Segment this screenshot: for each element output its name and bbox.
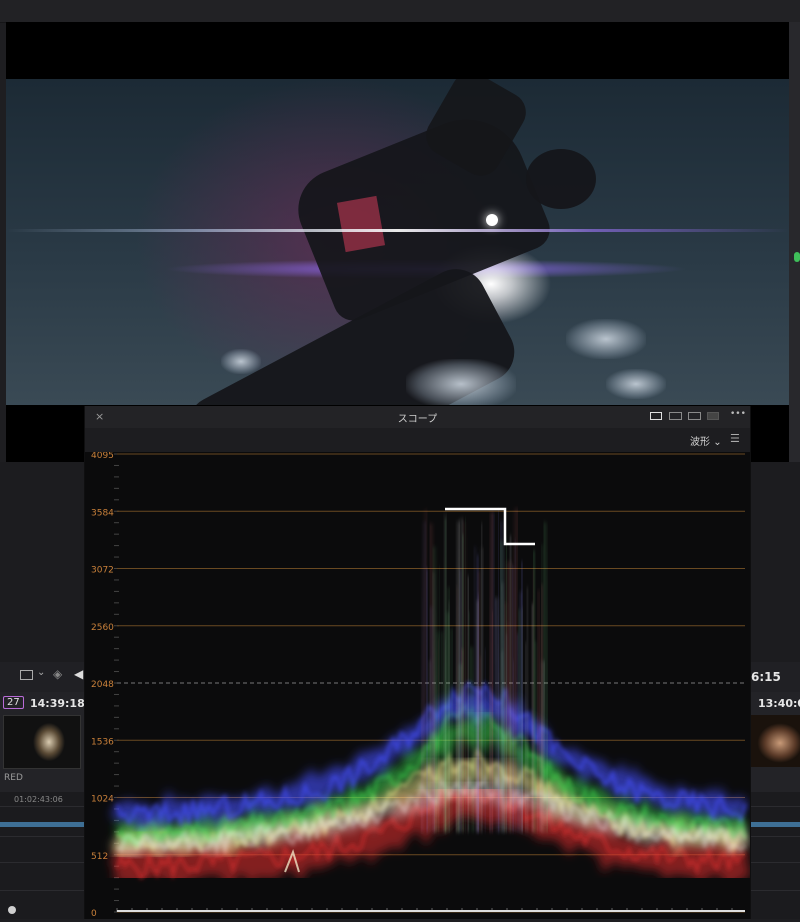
scale-label-0: 0 — [91, 909, 97, 919]
trace-spike — [533, 550, 535, 832]
viewer-mode-icon[interactable] — [20, 670, 33, 680]
audio-icon[interactable]: ◀ — [74, 667, 83, 681]
trace-spike — [468, 576, 469, 832]
layout-quad-alt-icon[interactable] — [707, 412, 719, 420]
scope-header: × スコープ ••• — [85, 406, 750, 429]
viewer[interactable] — [6, 22, 789, 462]
scope-toolbar: 波形 ⌄ ☰ — [85, 428, 750, 452]
right-clip-thumbnail[interactable] — [750, 715, 800, 767]
layout-dual-icon[interactable] — [669, 412, 682, 420]
trace-spike — [462, 534, 464, 832]
scope-panel: × スコープ ••• 波形 ⌄ ☰ 4095 3584 3072 2560 2048 15… — [84, 406, 751, 919]
right-clip-timecode: 13:40:04:1 — [758, 697, 800, 710]
trace-spike — [485, 648, 486, 832]
waveform-plot: 4095 3584 3072 2560 2048 1536 1024 512 0 — [85, 452, 750, 919]
scale-label-1024: 1024 — [91, 795, 114, 805]
layout-single-icon[interactable] — [650, 412, 662, 420]
clip-number-badge: 27 — [3, 696, 24, 709]
status-indicator — [794, 252, 800, 262]
chevron-down-icon: ⌄ — [713, 437, 721, 448]
layers-icon[interactable]: ◈ — [53, 667, 62, 681]
scale-label-3584: 3584 — [91, 508, 114, 518]
transport-timecode: 6:15 — [751, 670, 781, 684]
trace-spike — [525, 642, 526, 832]
scale-label-4095: 4095 — [91, 452, 114, 461]
scale-label-3072: 3072 — [91, 566, 114, 576]
trace-spike — [426, 568, 427, 832]
scope-mode-select[interactable]: 波形 ⌄ — [690, 433, 722, 448]
chevron-down-icon[interactable]: ⌄ — [37, 667, 45, 678]
scale-label-2560: 2560 — [91, 623, 114, 633]
scale-label-1536: 1536 — [91, 737, 114, 747]
more-options-icon[interactable]: ••• — [730, 409, 746, 419]
clip-thumbnail[interactable] — [3, 715, 81, 769]
scale-label-512: 512 — [91, 852, 108, 862]
playhead-handle[interactable] — [8, 906, 16, 914]
scope-mode-label: 波形 — [690, 437, 710, 448]
scale-label-2048: 2048 — [91, 680, 114, 690]
app-top-bar — [0, 0, 800, 23]
scope-settings-icon[interactable]: ☰ — [730, 432, 740, 445]
ruler-timecode: 01:02:43:06 — [14, 795, 63, 804]
track-label: RED — [4, 773, 23, 783]
waveform-svg: 4095 3584 3072 2560 2048 1536 1024 512 0 — [85, 452, 750, 919]
trace-spike — [517, 633, 518, 832]
viewer-frame-image — [6, 79, 789, 405]
layout-quad-icon[interactable] — [688, 412, 701, 420]
